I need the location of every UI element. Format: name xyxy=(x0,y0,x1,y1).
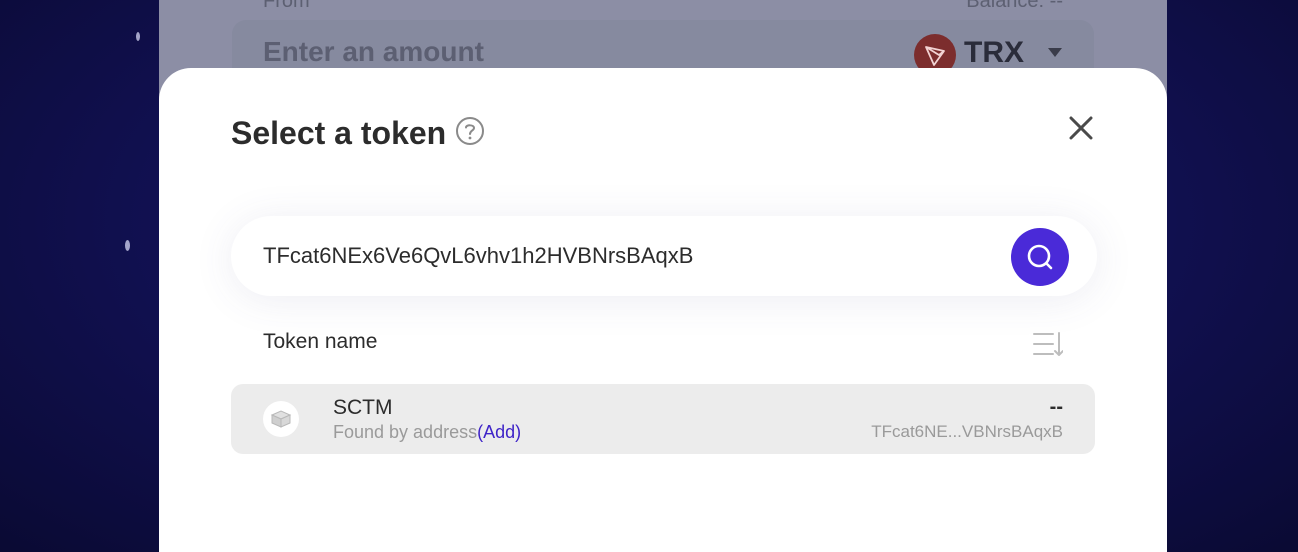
token-address: TFcat6NE...VBNrsBAqxB xyxy=(871,422,1063,441)
amount-input[interactable]: Enter an amount xyxy=(263,36,484,68)
star-decoration xyxy=(136,32,140,41)
found-by-address-text: Found by address xyxy=(333,422,478,442)
search-input[interactable] xyxy=(263,216,1003,296)
token-balance: -- xyxy=(1049,396,1063,418)
balance-label: Balance: -- xyxy=(966,0,1063,12)
add-token-link[interactable]: (Add) xyxy=(477,422,521,442)
token-symbol: SCTM xyxy=(333,396,393,419)
sort-icon[interactable] xyxy=(1033,331,1063,357)
token-selector-symbol[interactable]: TRX xyxy=(964,36,1024,70)
search-icon xyxy=(1027,244,1053,270)
token-placeholder-icon xyxy=(263,401,299,437)
modal-title: Select a token xyxy=(231,115,447,151)
star-decoration xyxy=(125,240,130,251)
token-list-item[interactable]: SCTM Found by address(Add) -- TFcat6NE..… xyxy=(231,384,1095,454)
search-box xyxy=(231,216,1097,296)
question-circle-icon[interactable] xyxy=(455,116,485,146)
token-name-header: Token name xyxy=(263,330,378,353)
select-token-modal: Select a token Token name SCTM xyxy=(159,68,1167,552)
token-subtitle: Found by address(Add) xyxy=(333,422,521,443)
from-label: From xyxy=(263,0,310,12)
chevron-down-icon[interactable] xyxy=(1048,48,1062,57)
search-button[interactable] xyxy=(1011,228,1069,286)
close-icon[interactable] xyxy=(1067,114,1095,142)
